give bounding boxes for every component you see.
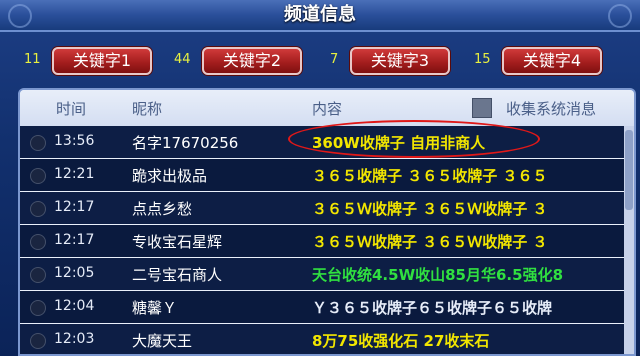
message-time: 12:17 [54,232,95,248]
message-nick[interactable]: 二号宝石商人 [132,264,222,285]
status-dot-icon [30,234,46,250]
message-nick[interactable]: 名字17670256 [132,132,238,153]
table-header: 时间 昵称 内容 收集系统消息 [20,90,634,127]
message-time: 12:17 [54,199,95,215]
message-time: 13:56 [54,133,95,149]
message-nick[interactable]: 专收宝石星辉 [132,231,222,252]
scrollbar-thumb[interactable] [625,130,633,210]
message-content: ３６５Ｗ收牌子 ３６５Ｗ收牌子 ３ [312,200,548,218]
message-content: ３６５收牌子 ３６５收牌子 ３６５ [312,167,548,185]
message-time: 12:21 [54,166,95,182]
keyword-2-button[interactable]: 关键字2 [202,47,302,75]
status-dot-icon [30,135,46,151]
status-dot-icon [30,168,46,184]
keyword-2-count: 44 [174,52,191,67]
message-nick[interactable]: 糖馨Ｙ [132,297,177,318]
keyword-4-count: 15 [474,52,491,67]
message-content: 8万75收强化石 27收末石 [312,332,490,350]
message-scrollbar[interactable] [624,126,634,354]
message-list: 13:56 名字17670256 360W收牌子 自用非商人 12:21 跪求出… [20,126,624,354]
message-content: Ｙ３６５收牌子６５收牌子６５收牌 [312,299,553,317]
red-circle-annotation [288,120,540,158]
message-time: 12:04 [54,298,95,314]
keyword-4-button[interactable]: 关键字4 [502,47,602,75]
keyword-3-button[interactable]: 关键字3 [350,47,450,75]
title-bar: 频道信息 [0,0,640,32]
status-dot-icon [30,201,46,217]
message-row[interactable]: 12:03 大魔天王 8万75收强化石 27收末石 [20,324,624,354]
message-row[interactable]: 12:05 二号宝石商人 天台收统4.5W收山85月华6.5强化8 [20,258,624,290]
status-dot-icon [30,333,46,349]
message-content: 天台收统4.5W收山85月华6.5强化8 [312,266,564,284]
message-row[interactable]: 12:21 跪求出极品 ３６５收牌子 ３６５收牌子 ３６５ [20,159,624,191]
header-time: 时间 [56,100,87,118]
message-nick[interactable]: 大魔天王 [132,330,192,351]
message-nick[interactable]: 跪求出极品 [132,165,207,186]
window-title: 频道信息 [284,4,356,25]
message-row[interactable]: 12:17 专收宝石星辉 ３６５Ｗ收牌子 ３６５Ｗ收牌子 ３ [20,225,624,257]
message-time: 12:05 [54,265,95,281]
message-content: ３６５Ｗ收牌子 ３６５Ｗ收牌子 ３ [312,233,548,251]
channel-info-window: 频道信息 11 关键字1 44 关键字2 7 关键字3 15 关键字4 时间 昵… [0,0,640,356]
message-row[interactable]: 12:17 点点乡愁 ３６５Ｗ收牌子 ３６５Ｗ收牌子 ３ [20,192,624,224]
message-time: 12:03 [54,331,95,347]
header-nick: 昵称 [132,100,163,118]
header-content: 内容 [312,100,343,118]
status-dot-icon [30,300,46,316]
keyword-1-button[interactable]: 关键字1 [52,47,152,75]
message-nick[interactable]: 点点乡愁 [132,198,192,219]
message-row[interactable]: 12:04 糖馨Ｙ Ｙ３６５收牌子６５收牌子６５收牌 [20,291,624,323]
keyword-1-count: 11 [24,52,41,67]
collect-system-messages-label: 收集系统消息 [506,100,597,118]
status-dot-icon [30,267,46,283]
keyword-3-count: 7 [330,52,339,67]
collect-system-messages-checkbox[interactable] [472,98,492,118]
keyword-filter-row: 11 关键字1 44 关键字2 7 关键字3 15 关键字4 [0,44,640,80]
